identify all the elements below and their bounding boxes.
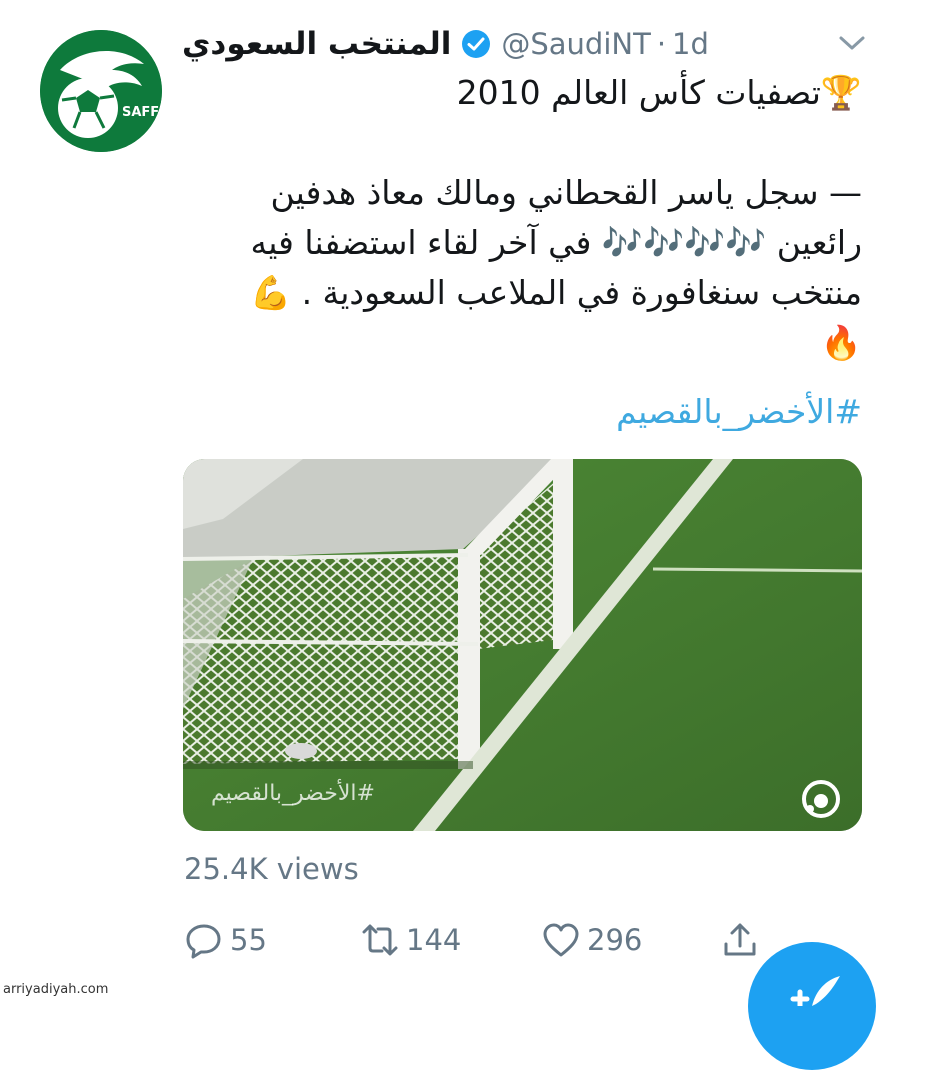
goal-net-video-frame xyxy=(183,459,862,831)
compose-tweet-button[interactable] xyxy=(748,942,876,1070)
share-icon xyxy=(724,923,756,956)
reply-count: 55 xyxy=(230,923,267,957)
svg-text:SAFF: SAFF xyxy=(122,105,159,120)
verified-badge-icon xyxy=(462,30,491,58)
video-watermark: #الأخضر_بالقصيم xyxy=(211,781,375,806)
compose-feather-icon xyxy=(790,976,840,1006)
media-card[interactable]: #الأخضر_بالقصيم xyxy=(183,459,862,831)
reply-icon xyxy=(186,924,221,959)
tweet-line: منتخب سنغافورة في الملاعب السعودية . 💪 xyxy=(249,273,862,312)
retweet-count: 144 xyxy=(406,923,462,957)
tweet-line: 🔥 xyxy=(820,323,862,362)
tweet-line: 🏆تصفيات كأس العالم 2010 xyxy=(456,73,862,112)
like-button[interactable]: 296 xyxy=(541,915,642,965)
chevron-down-icon[interactable] xyxy=(835,30,869,56)
tweet-line: — سجل ياسر القحطاني ومالك معاذ هدفين xyxy=(270,173,862,212)
retweet-icon xyxy=(362,924,398,956)
saff-logo-icon: SAFF xyxy=(40,30,162,152)
avatar[interactable]: SAFF xyxy=(40,30,162,152)
source-caption: arriyadiyah.com xyxy=(3,982,109,997)
heart-icon xyxy=(543,923,579,957)
handle[interactable]: @SaudiNT xyxy=(501,27,650,61)
tweet-line: رائعين 🎶🎶🎶🎶 في آخر لقاء استضفنا فيه xyxy=(250,223,862,262)
display-name[interactable]: المنتخب السعودي xyxy=(182,26,451,62)
tweet-text: 🏆تصفيات كأس العالم 2010 — سجل ياسر القحط… xyxy=(190,68,862,368)
retweet-button[interactable]: 144 xyxy=(360,915,461,965)
separator: · xyxy=(656,27,667,61)
timestamp[interactable]: 1d xyxy=(672,27,709,61)
share-button[interactable] xyxy=(720,915,760,965)
tweet-header: المنتخب السعودي @SaudiNT · 1d xyxy=(182,22,872,66)
tweet-line xyxy=(190,118,862,168)
like-count: 296 xyxy=(587,923,643,957)
view-count: 25.4K views xyxy=(184,852,359,886)
reply-button[interactable]: 55 xyxy=(184,915,267,965)
hashtag-link[interactable]: #الأخضر_بالقصيم xyxy=(190,392,862,431)
gif-play-icon[interactable] xyxy=(801,779,841,819)
